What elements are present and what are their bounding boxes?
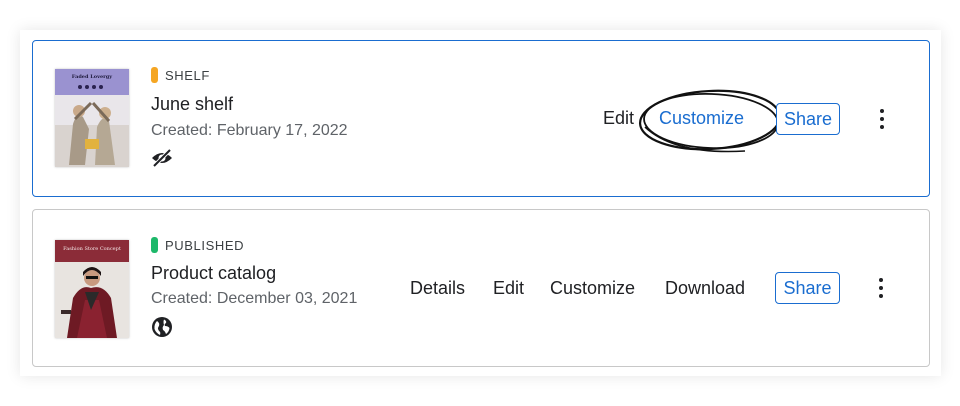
globe-icon: [151, 316, 173, 338]
status-badge: PUBLISHED: [151, 237, 244, 253]
thumbnail-heading: Faded Lovergy: [71, 74, 113, 80]
more-options-icon[interactable]: [870, 104, 894, 134]
share-button[interactable]: Share: [776, 103, 840, 135]
thumbnail-image: Faded Lovergy: [55, 69, 129, 167]
edit-button[interactable]: Edit: [493, 278, 524, 299]
customize-button[interactable]: Customize: [659, 108, 744, 129]
edit-button[interactable]: Edit: [603, 108, 634, 129]
item-title: June shelf: [151, 94, 234, 114]
thumbnail-image: Fashion Store Concept: [55, 240, 129, 338]
list-item[interactable]: Fashion Store Concept PUBLISHED Product …: [32, 209, 930, 367]
details-button[interactable]: Details: [410, 278, 465, 299]
download-button[interactable]: Download: [665, 278, 745, 299]
customize-button[interactable]: Customize: [550, 278, 635, 299]
thumbnail-heading: Fashion Store Concept: [63, 246, 121, 252]
item-title: Product catalog: [151, 263, 277, 283]
status-indicator: [151, 237, 158, 253]
created-date: Created: December 03, 2021: [151, 290, 358, 307]
hidden-eye-icon: [151, 147, 173, 169]
status-label: PUBLISHED: [165, 237, 245, 253]
more-options-icon[interactable]: [869, 273, 893, 303]
created-date: Created: February 17, 2022: [151, 122, 348, 139]
share-button[interactable]: Share: [775, 272, 840, 304]
status-indicator: [151, 67, 158, 83]
list-item[interactable]: Faded Lovergy SHELF June shelf Created: …: [32, 40, 930, 197]
status-label: SHELF: [165, 67, 210, 83]
status-badge: SHELF: [151, 67, 210, 83]
